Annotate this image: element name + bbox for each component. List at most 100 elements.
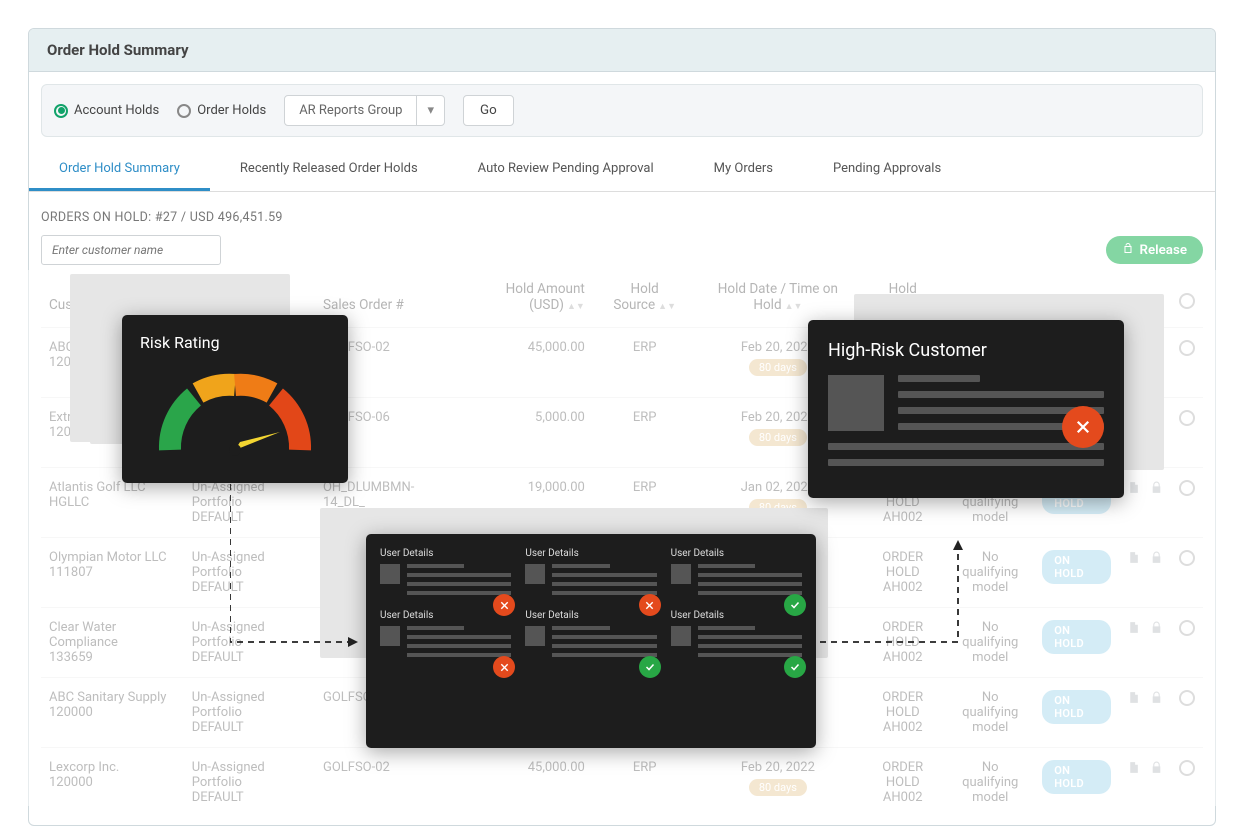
cell-fail-reason: No qualifyingmodel	[946, 608, 1034, 678]
row-select-radio[interactable]	[1179, 550, 1195, 566]
check-icon	[639, 656, 661, 678]
lock-icon[interactable]	[1150, 620, 1163, 639]
release-button[interactable]: Release	[1106, 236, 1203, 264]
cell-actions	[1119, 538, 1171, 608]
radio-account-holds[interactable]: Account Holds	[54, 103, 159, 118]
status-badge: ON HOLD	[1042, 620, 1111, 654]
cell-status: ON HOLD	[1034, 538, 1119, 608]
status-badge: ON HOLD	[1042, 550, 1111, 584]
cell-hold-reason: ORDER HOLDAH002	[859, 748, 946, 818]
days-badge: 80 days	[749, 359, 807, 376]
document-icon[interactable]	[1127, 620, 1140, 639]
col-hold-amount[interactable]: Hold Amount (USD)▲▼	[455, 271, 592, 328]
close-icon[interactable]	[1062, 406, 1104, 448]
cell-portfolio: Un-Assigned PortfolioDEFAULT	[184, 608, 315, 678]
cell-portfolio: Un-Assigned PortfolioDEFAULT	[184, 678, 315, 748]
row-select-radio[interactable]	[1179, 690, 1195, 706]
close-icon	[493, 594, 515, 616]
status-badge: ON HOLD	[1042, 690, 1111, 724]
tab-order-hold-summary[interactable]: Order Hold Summary	[29, 149, 210, 191]
row-select-radio[interactable]	[1179, 620, 1195, 636]
row-select-radio[interactable]	[1179, 340, 1195, 356]
cell-hold-amount: 45,000.00	[455, 328, 592, 398]
select-value: AR Reports Group	[285, 96, 416, 125]
lock-icon[interactable]	[1150, 760, 1163, 779]
cell-hold-source: ERP	[593, 328, 697, 398]
col-hold-source[interactable]: Hold Source▲▼	[593, 271, 697, 328]
document-icon[interactable]	[1127, 760, 1140, 779]
document-icon[interactable]	[1127, 690, 1140, 709]
filter-bar: Account Holds Order Holds AR Reports Gro…	[41, 84, 1203, 137]
avatar-placeholder	[380, 564, 400, 584]
tab-auto-review-pending[interactable]: Auto Review Pending Approval	[448, 149, 684, 191]
cell-hold-reason: ORDER HOLDAH002	[859, 608, 946, 678]
customer-search-input[interactable]	[41, 235, 221, 265]
user-details-label: User Details	[380, 610, 511, 621]
reports-group-select[interactable]: AR Reports Group ▾	[284, 95, 445, 126]
user-details-item: User Details	[525, 548, 656, 600]
tab-recently-released[interactable]: Recently Released Order Holds	[210, 149, 448, 191]
cell-hold-amount: 5,000.00	[455, 398, 592, 468]
unlock-icon	[1122, 242, 1134, 258]
user-details-item: User Details	[671, 610, 802, 662]
avatar-placeholder	[525, 564, 545, 584]
select-all-radio[interactable]	[1179, 293, 1195, 309]
check-icon	[784, 656, 806, 678]
close-icon	[493, 656, 515, 678]
user-details-label: User Details	[671, 610, 802, 621]
cell-status: ON HOLD	[1034, 748, 1119, 818]
release-label: Release	[1140, 243, 1187, 258]
cell-customer: Lexcorp Inc.120000	[41, 748, 184, 818]
cell-portfolio: Un-Assigned PortfolioDEFAULT	[184, 748, 315, 818]
cell-customer: ABC Sanitary Supply120000	[41, 678, 184, 748]
orders-on-hold-summary: ORDERS ON HOLD: #27 / USD 496,451.59	[29, 192, 1215, 235]
radio-dot-icon	[54, 104, 68, 118]
cell-customer: Olympian Motor LLC111807	[41, 538, 184, 608]
days-badge: 80 days	[749, 429, 807, 446]
cell-fail-reason: No qualifyingmodel	[946, 678, 1034, 748]
gauge-icon	[150, 360, 320, 460]
cell-customer: Clear Water Compliance133659	[41, 608, 184, 678]
tab-pending-approvals[interactable]: Pending Approvals	[803, 149, 971, 191]
risk-rating-title: Risk Rating	[140, 333, 330, 352]
panel-title: Order Hold Summary	[29, 29, 1215, 72]
cell-fail-reason: No qualifyingmodel	[946, 748, 1034, 818]
cell-actions	[1119, 608, 1171, 678]
cell-hold-date: Feb 20, 202280 days	[696, 748, 859, 818]
avatar-placeholder	[525, 626, 545, 646]
cell-status: ON HOLD	[1034, 608, 1119, 678]
row-select-radio[interactable]	[1179, 410, 1195, 426]
document-icon[interactable]	[1127, 480, 1140, 499]
cell-portfolio: Un-Assigned PortfolioDEFAULT	[184, 538, 315, 608]
lock-icon[interactable]	[1150, 480, 1163, 499]
avatar-placeholder	[671, 564, 691, 584]
high-risk-customer-card: High-Risk Customer	[808, 320, 1124, 498]
go-button[interactable]: Go	[463, 95, 514, 126]
cell-actions	[1119, 748, 1171, 818]
lock-icon[interactable]	[1150, 690, 1163, 709]
row-select-radio[interactable]	[1179, 480, 1195, 496]
table-row: Lexcorp Inc.120000 Un-Assigned Portfolio…	[41, 748, 1203, 818]
user-details-item: User Details	[671, 548, 802, 600]
user-details-item: User Details	[380, 610, 511, 662]
cell-sales-order: GOLFSO-02	[315, 748, 455, 818]
user-details-label: User Details	[671, 548, 802, 559]
radio-label: Account Holds	[74, 103, 159, 118]
status-badge: ON HOLD	[1042, 760, 1111, 794]
radio-order-holds[interactable]: Order Holds	[177, 103, 266, 118]
cell-hold-source: ERP	[593, 748, 697, 818]
cell-fail-reason: No qualifyingmodel	[946, 538, 1034, 608]
user-details-item: User Details	[380, 548, 511, 600]
user-details-label: User Details	[525, 610, 656, 621]
radio-dot-icon	[177, 104, 191, 118]
avatar-placeholder	[671, 626, 691, 646]
row-select-radio[interactable]	[1179, 760, 1195, 776]
document-icon[interactable]	[1127, 550, 1140, 569]
chevron-down-icon: ▾	[416, 96, 444, 125]
radio-label: Order Holds	[197, 103, 266, 118]
cell-actions	[1119, 678, 1171, 748]
user-details-label: User Details	[380, 548, 511, 559]
tab-my-orders[interactable]: My Orders	[684, 149, 803, 191]
lock-icon[interactable]	[1150, 550, 1163, 569]
cell-hold-source: ERP	[593, 398, 697, 468]
